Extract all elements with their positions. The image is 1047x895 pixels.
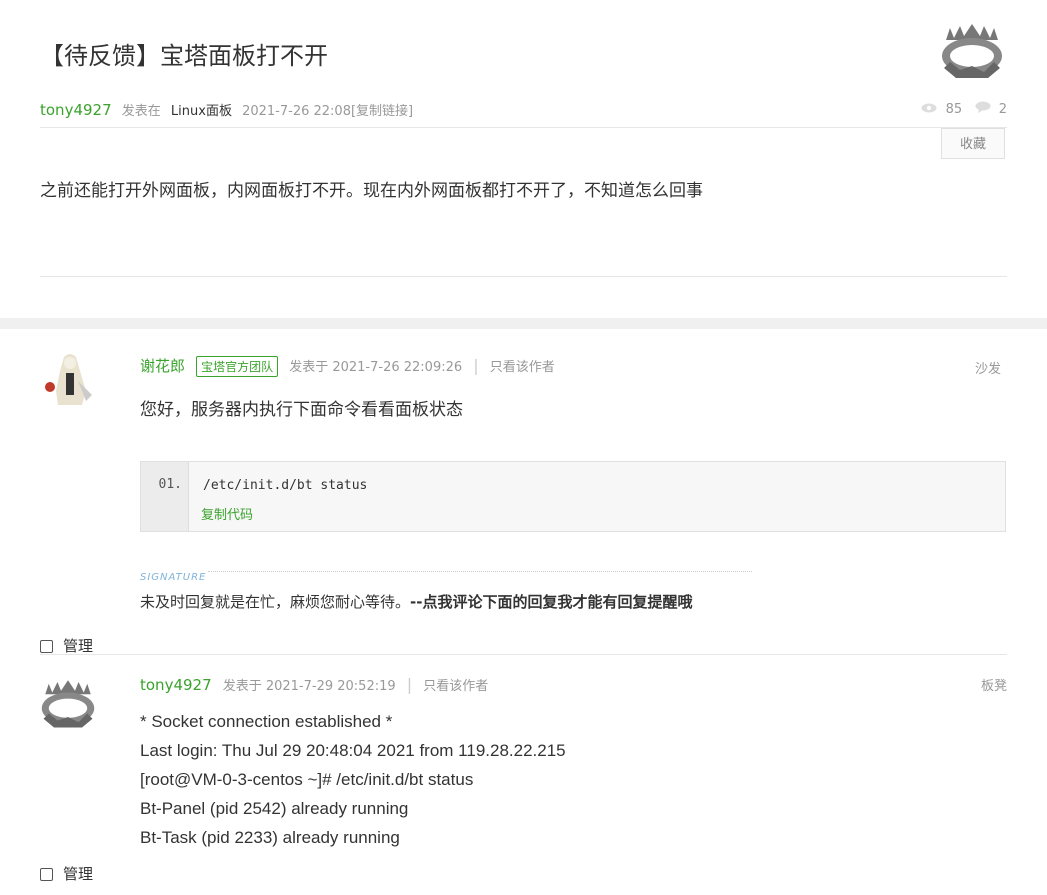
reply-count: 2 bbox=[998, 102, 1007, 117]
code-block: 01. /etc/init.d/bt status 复制代码 bbox=[140, 461, 1006, 532]
divider bbox=[40, 276, 1007, 277]
manage-option: 管理 bbox=[40, 635, 93, 656]
manage-option: 管理 bbox=[40, 863, 93, 884]
manage-label: 管理 bbox=[63, 637, 94, 655]
thread-author-link[interactable]: tony4927 bbox=[40, 101, 112, 119]
thread-meta: tony4927 发表在 Linux面板 2021-7-26 22:08[复制链… bbox=[40, 100, 413, 119]
code-line: /etc/init.d/bt status bbox=[203, 478, 368, 493]
copy-link-button[interactable]: [复制链接] bbox=[351, 104, 413, 119]
signature-divider: SIGNATURE bbox=[140, 565, 752, 583]
reply-author-avatar[interactable] bbox=[42, 351, 98, 407]
signature-plain: 未及时回复就是在忙，麻烦您耐心等待。 bbox=[140, 593, 411, 611]
reply-author-avatar[interactable] bbox=[40, 675, 96, 731]
only-author-link[interactable]: 只看该作者 bbox=[423, 679, 488, 694]
text-line: [root@VM-0-3-centos ~]# /etc/init.d/bt s… bbox=[140, 770, 474, 789]
floor-label[interactable]: 沙发 bbox=[975, 358, 1001, 377]
eye-icon bbox=[921, 103, 937, 113]
text-line: Bt-Task (pid 2233) already running bbox=[140, 828, 400, 847]
thread-stats: 85 2 bbox=[921, 101, 1007, 117]
manage-label: 管理 bbox=[63, 865, 94, 883]
thread-body: 之前还能打开外网面板，内网面板打不开。现在内外网面板都打不开了，不知道怎么回事 bbox=[40, 181, 703, 201]
copy-code-button[interactable]: 复制代码 bbox=[201, 504, 253, 523]
favorite-button[interactable]: 收藏 bbox=[941, 128, 1005, 159]
divider bbox=[40, 127, 1007, 128]
reply-post: tony4927 发表于 2021-7-29 20:52:19 | 只看该作者 … bbox=[40, 654, 1007, 895]
thread-date: 2021-7-26 22:08 bbox=[242, 104, 351, 119]
reply-time: 发表于 2021-7-29 20:52:19 bbox=[222, 679, 396, 694]
section-gap bbox=[0, 318, 1047, 329]
reply-text: * Socket connection established * Last l… bbox=[140, 707, 566, 852]
text-line: Last login: Thu Jul 29 20:48:04 2021 fro… bbox=[140, 741, 566, 760]
reply-author-link[interactable]: tony4927 bbox=[140, 676, 212, 694]
comment-icon bbox=[975, 101, 991, 113]
thread-title: 【待反馈】宝塔面板打不开 bbox=[40, 42, 328, 70]
reply-author-link[interactable]: 谢花郎 bbox=[140, 357, 185, 375]
separator: | bbox=[406, 675, 413, 694]
reply-post: 谢花郎 宝塔官方团队 发表于 2021-7-26 22:09:26 | 只看该作… bbox=[0, 329, 1047, 656]
view-count: 85 bbox=[945, 102, 963, 117]
manage-checkbox[interactable] bbox=[40, 868, 53, 881]
thread-header: 【待反馈】宝塔面板打不开 tony4927 发表在 Linux面板 2021-7… bbox=[0, 0, 1047, 318]
only-author-link[interactable]: 只看该作者 bbox=[490, 360, 555, 375]
text-line: * Socket connection established * bbox=[140, 712, 393, 731]
official-team-badge: 宝塔官方团队 bbox=[196, 356, 279, 377]
author-avatar[interactable] bbox=[940, 20, 1004, 80]
reply-time: 发表于 2021-7-26 22:09:26 bbox=[289, 360, 463, 375]
separator: | bbox=[473, 356, 479, 375]
reply-text: 您好，服务器内执行下面命令看看面板状态 bbox=[140, 400, 463, 420]
forum-link[interactable]: Linux面板 bbox=[171, 104, 232, 119]
text-line: Bt-Panel (pid 2542) already running bbox=[140, 799, 409, 818]
manage-checkbox[interactable] bbox=[40, 640, 53, 653]
signature-reminder-link[interactable]: --点我评论下面的回复我才能有回复提醒哦 bbox=[410, 593, 692, 611]
reply-meta: 谢花郎 宝塔官方团队 发表于 2021-7-26 22:09:26 | 只看该作… bbox=[140, 355, 555, 377]
reply-meta: tony4927 发表于 2021-7-29 20:52:19 | 只看该作者 bbox=[140, 675, 488, 694]
code-line-number: 01. bbox=[141, 462, 189, 531]
floor-label[interactable]: 板凳 bbox=[981, 675, 1007, 694]
signature-label: SIGNATURE bbox=[140, 572, 207, 583]
posted-in-label: 发表在 bbox=[121, 104, 161, 119]
signature-text: 未及时回复就是在忙，麻烦您耐心等待。--点我评论下面的回复我才能有回复提醒哦 bbox=[140, 591, 692, 612]
